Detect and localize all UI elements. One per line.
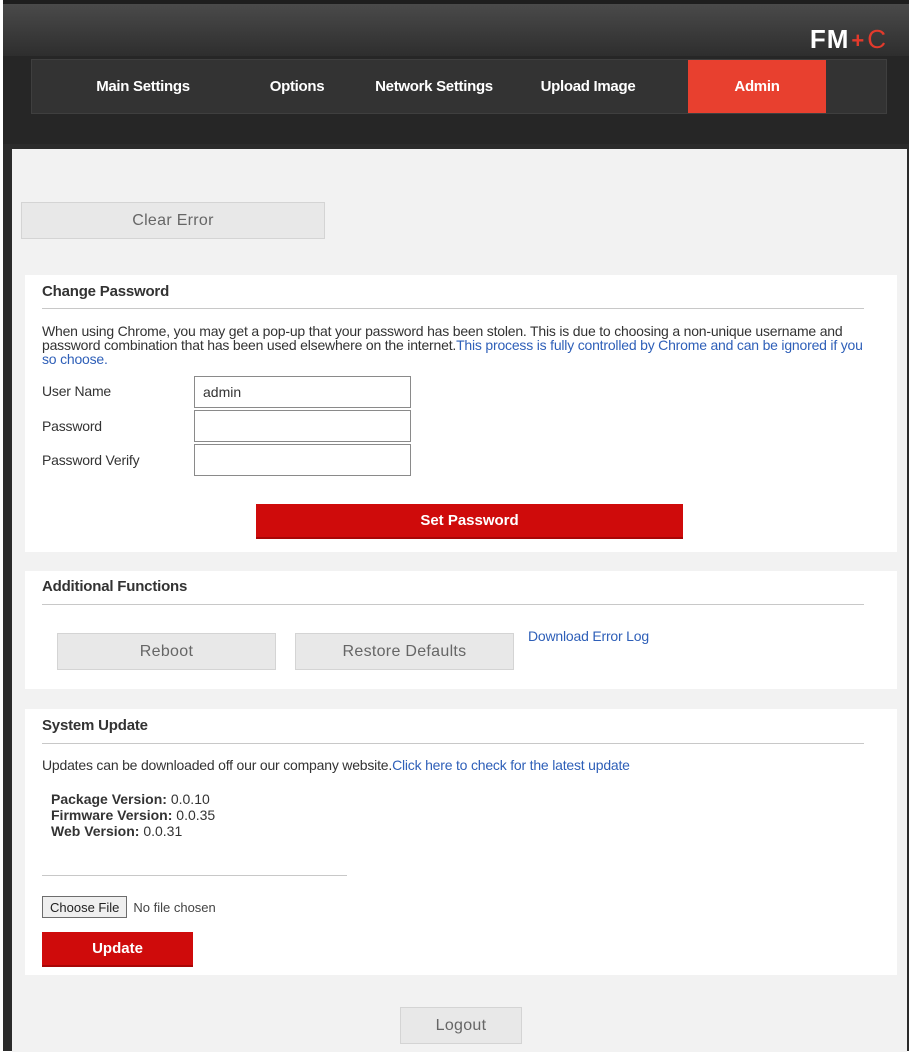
firmware-version-value: 0.0.35 — [176, 807, 216, 823]
password-input[interactable] — [194, 410, 411, 442]
tab-main-settings[interactable]: Main Settings — [44, 60, 242, 113]
password-verify-label: Password Verify — [42, 452, 140, 468]
username-input[interactable] — [194, 376, 411, 408]
clear-error-button[interactable]: Clear Error — [21, 202, 325, 239]
main-nav: Main Settings Options Network Settings U… — [31, 59, 887, 114]
check-update-link[interactable]: Click here to check for the latest updat… — [392, 757, 630, 773]
brand-logo: FM+C — [810, 24, 887, 55]
system-update-panel: System Update Updates can be downloaded … — [25, 709, 897, 975]
version-info: Package Version: 0.0.10 Firmware Version… — [51, 791, 215, 839]
change-password-panel: Change Password When using Chrome, you m… — [25, 275, 897, 552]
additional-functions-title: Additional Functions — [42, 578, 188, 595]
header-sheen — [3, 4, 909, 56]
tab-network-settings[interactable]: Network Settings — [352, 60, 516, 113]
password-verify-input[interactable] — [194, 444, 411, 476]
firmware-version-row: Firmware Version: 0.0.35 — [51, 807, 215, 823]
no-file-chosen-text: No file chosen — [133, 899, 216, 915]
brand-logo-plus: + — [851, 28, 866, 53]
update-note: Updates can be downloaded off our our co… — [42, 757, 630, 773]
section-divider — [42, 743, 864, 744]
chrome-password-note: When using Chrome, you may get a pop-up … — [42, 324, 872, 366]
web-version-row: Web Version: 0.0.31 — [51, 823, 215, 839]
file-divider — [42, 875, 347, 876]
header-bar: FM+C Main Settings Options Network Setti… — [3, 4, 909, 144]
package-version-label: Package Version: — [51, 791, 167, 807]
admin-content: Clear Error Change Password When using C… — [12, 149, 907, 1052]
restore-defaults-button[interactable]: Restore Defaults — [295, 633, 514, 670]
brand-logo-fm: FM — [809, 24, 850, 54]
web-version-label: Web Version: — [51, 823, 140, 839]
password-label: Password — [42, 418, 102, 434]
firmware-version-label: Firmware Version: — [51, 807, 173, 823]
username-label: User Name — [42, 383, 111, 399]
logout-button[interactable]: Logout — [400, 1007, 522, 1044]
update-button[interactable]: Update — [42, 932, 193, 967]
package-version-value: 0.0.10 — [170, 791, 210, 807]
tab-options[interactable]: Options — [242, 60, 352, 113]
system-update-title: System Update — [42, 717, 148, 734]
section-divider — [42, 604, 864, 605]
web-version-value: 0.0.31 — [143, 823, 183, 839]
app-window: FM+C Main Settings Options Network Setti… — [3, 0, 909, 1052]
section-divider — [42, 308, 864, 309]
package-version-row: Package Version: 0.0.10 — [51, 791, 215, 807]
update-note-text: Updates can be downloaded off our our co… — [42, 757, 393, 773]
file-picker: Choose File No file chosen — [42, 896, 216, 918]
download-error-log-link[interactable]: Download Error Log — [528, 628, 649, 644]
tab-admin[interactable]: Admin — [688, 60, 826, 113]
additional-functions-panel: Additional Functions Reboot Restore Defa… — [25, 571, 897, 689]
choose-file-button[interactable]: Choose File — [42, 896, 128, 918]
reboot-button[interactable]: Reboot — [57, 633, 276, 670]
change-password-title: Change Password — [42, 283, 170, 300]
set-password-button[interactable]: Set Password — [256, 504, 683, 539]
tab-upload-image[interactable]: Upload Image — [516, 60, 660, 113]
brand-logo-c: C — [867, 24, 887, 54]
